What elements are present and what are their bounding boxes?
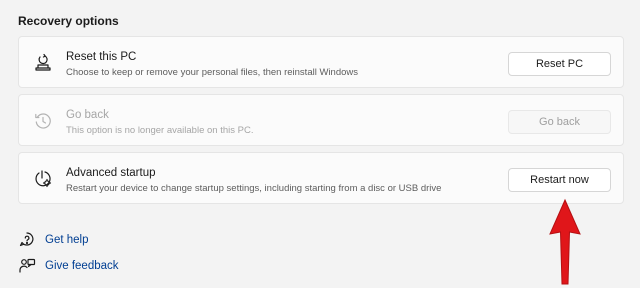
- reset-pc-icon: [33, 53, 53, 73]
- reset-pc-card: Reset this PC Choose to keep or remove y…: [18, 36, 624, 88]
- advanced-startup-description: Restart your device to change startup se…: [66, 183, 442, 194]
- advanced-startup-card: Advanced startup Restart your device to …: [18, 152, 624, 204]
- help-icon: [18, 231, 36, 249]
- go-back-button[interactable]: Go back: [508, 110, 611, 134]
- go-back-card: Go back This option is no longer availab…: [18, 94, 624, 146]
- give-feedback-link[interactable]: Give feedback: [18, 257, 119, 275]
- go-back-description: This option is no longer available on th…: [66, 125, 254, 136]
- history-icon: [33, 111, 53, 131]
- feedback-icon: [18, 257, 36, 275]
- advanced-startup-title: Advanced startup: [66, 167, 156, 179]
- reset-pc-button[interactable]: Reset PC: [508, 52, 611, 76]
- get-help-link[interactable]: Get help: [18, 231, 88, 249]
- go-back-title: Go back: [66, 109, 109, 121]
- get-help-label[interactable]: Get help: [45, 234, 88, 246]
- reset-pc-description: Choose to keep or remove your personal f…: [66, 67, 359, 78]
- give-feedback-label[interactable]: Give feedback: [45, 260, 119, 272]
- annotation-arrow-icon: [549, 198, 581, 285]
- reset-pc-title: Reset this PC: [66, 51, 137, 63]
- section-title: Recovery options: [18, 14, 119, 28]
- advanced-startup-icon: [33, 169, 53, 189]
- restart-now-button[interactable]: Restart now: [508, 168, 611, 192]
